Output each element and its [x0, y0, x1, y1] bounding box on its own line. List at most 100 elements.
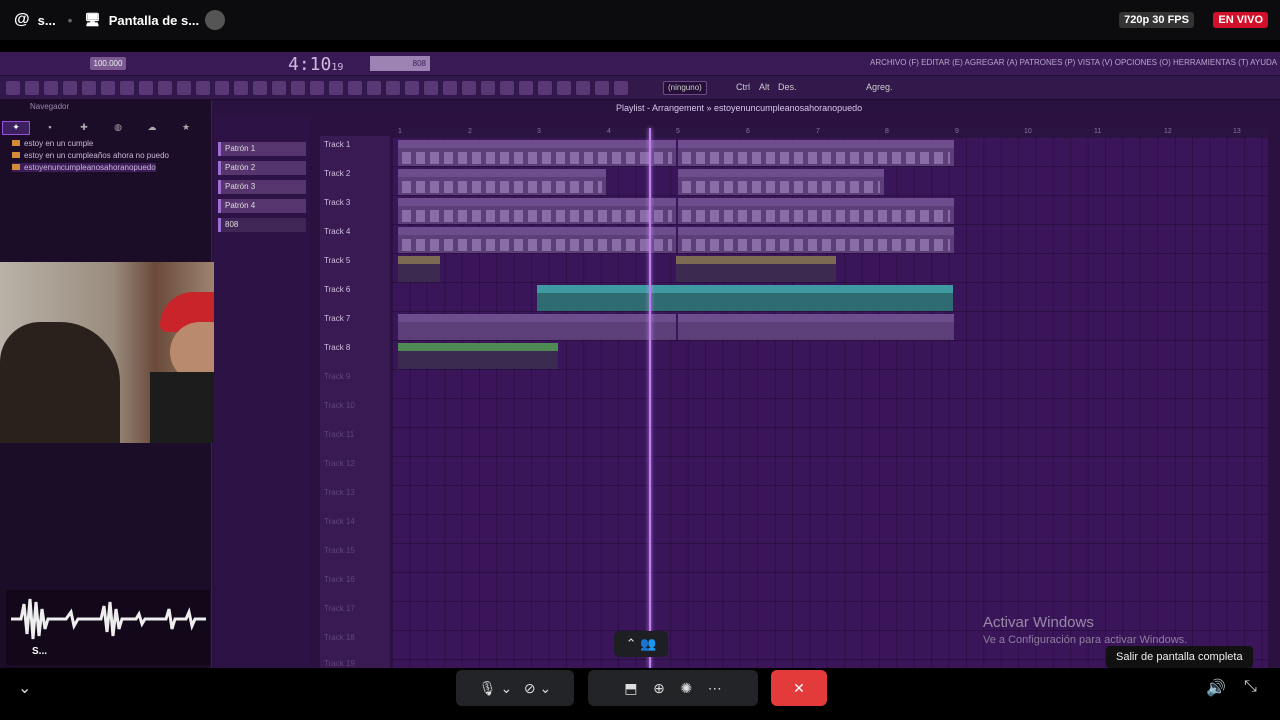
alt-button[interactable]: Alt	[759, 82, 770, 92]
track-label[interactable]: Track 16	[324, 575, 355, 584]
channel-item[interactable]: Patrón 4	[218, 199, 306, 213]
pattern-clip[interactable]: Patrón 2	[678, 169, 884, 195]
browser-file[interactable]: estoy en un cumpleaños ahora no puedo	[12, 151, 169, 160]
track-label[interactable]: Track 13	[324, 488, 355, 497]
track-label[interactable]: Track 9	[324, 372, 350, 381]
tool-icon[interactable]	[557, 81, 571, 95]
audio-clip[interactable]: [CRASH] Kingdom Hearts Crash	[676, 256, 836, 282]
end-stream-button[interactable]: ✕	[771, 670, 827, 706]
tool-icon[interactable]	[120, 81, 134, 95]
tool-icon[interactable]	[424, 81, 438, 95]
camera-off-icon[interactable]: ⊘	[524, 680, 536, 697]
tool-icon[interactable]	[291, 81, 305, 95]
chevron-down-icon[interactable]: ⌄	[18, 678, 31, 698]
tab-cloud-icon[interactable]: ☁	[138, 122, 166, 136]
server-name[interactable]: s...	[38, 13, 56, 28]
tool-icon[interactable]	[462, 81, 476, 95]
tab-database-icon[interactable]: ◍	[104, 122, 132, 136]
browser-file-selected[interactable]: estoyenuncumpleanosahoranopuedo	[12, 163, 156, 172]
pattern-selector[interactable]: 808	[370, 56, 430, 71]
agreg-button[interactable]: Agreg.	[866, 82, 893, 92]
screen-share-icon[interactable]: ⬒	[624, 680, 637, 697]
pattern-clip[interactable]: Patrón 3	[678, 198, 954, 224]
more-options-icon[interactable]: ⋯	[708, 680, 722, 697]
soundboard-icon[interactable]: ✺	[680, 680, 692, 697]
pattern-clip[interactable]: Patrón 4	[398, 227, 676, 253]
track-label[interactable]: Track 17	[324, 604, 355, 613]
track-label[interactable]: Track 4	[324, 227, 350, 236]
tool-icon[interactable]	[63, 81, 77, 95]
browser-file[interactable]: estoy en un cumple	[12, 139, 93, 148]
tool-icon[interactable]	[101, 81, 115, 95]
tab-files-icon[interactable]: ▪	[36, 122, 64, 136]
tool-icon[interactable]	[500, 81, 514, 95]
track-label[interactable]: Track 3	[324, 198, 350, 207]
tool-icon[interactable]	[614, 81, 628, 95]
tool-icon[interactable]	[519, 81, 533, 95]
tool-icon[interactable]	[538, 81, 552, 95]
tool-icon[interactable]	[367, 81, 381, 95]
track-label[interactable]: Track 18	[324, 633, 355, 642]
des-button[interactable]: Des.	[778, 82, 797, 92]
track-label[interactable]: Track 14	[324, 517, 355, 526]
tab-all[interactable]: ✦	[2, 121, 30, 135]
track-label[interactable]: Track 6	[324, 285, 350, 294]
camera-options-chevron-icon[interactable]: ⌄	[539, 680, 551, 697]
tool-icon[interactable]	[576, 81, 590, 95]
pattern-clip[interactable]: 808	[398, 314, 676, 340]
track-label[interactable]: Track 8	[324, 343, 350, 352]
channel-item[interactable]: 808	[218, 218, 306, 232]
tool-icon[interactable]	[25, 81, 39, 95]
tool-icon[interactable]	[386, 81, 400, 95]
user-tile-name[interactable]: S...	[32, 646, 47, 657]
tool-icon[interactable]	[272, 81, 286, 95]
track-label[interactable]: Track 11	[324, 430, 354, 439]
tool-icon[interactable]	[177, 81, 191, 95]
track-label[interactable]: Track 12	[324, 459, 355, 468]
track-label[interactable]: Track 10	[324, 401, 355, 410]
pattern-clip[interactable]: Patrón 1	[398, 140, 676, 166]
audio-clip[interactable]: [KIT] 3rd	[398, 256, 440, 282]
tempo-display[interactable]: 100.000	[90, 57, 126, 70]
gamepad-icon[interactable]: ⊕	[653, 680, 665, 697]
tool-icon[interactable]	[253, 81, 267, 95]
tool-icon[interactable]	[329, 81, 343, 95]
pattern-clip[interactable]: Patrón 1	[678, 140, 954, 166]
ctrl-button[interactable]: Ctrl	[736, 82, 750, 92]
tool-icon[interactable]	[44, 81, 58, 95]
vocal-audio-clip[interactable]: estoyenuncumpleanosahoranopuedo	[398, 343, 558, 369]
pattern-clip[interactable]: 808	[678, 314, 954, 340]
tool-icon[interactable]	[6, 81, 20, 95]
track-label[interactable]: Track 19	[324, 659, 355, 668]
track-label[interactable]: Track 2	[324, 169, 350, 178]
streamer-avatar[interactable]	[205, 10, 226, 30]
playhead[interactable]	[649, 128, 651, 668]
channel-item[interactable]: Patrón 3	[218, 180, 306, 194]
tool-icon[interactable]	[139, 81, 153, 95]
track-label[interactable]: Track 15	[324, 546, 355, 555]
tool-icon[interactable]	[215, 81, 229, 95]
automation-clip[interactable]: Master - Volumen	[537, 285, 953, 311]
tool-icon[interactable]	[234, 81, 248, 95]
tool-icon[interactable]	[196, 81, 210, 95]
tool-icon[interactable]	[310, 81, 324, 95]
tool-icon[interactable]	[405, 81, 419, 95]
tab-plugins-icon[interactable]: ✚	[70, 122, 98, 136]
fl-menu-bar[interactable]: ARCHIVO (F) EDITAR (E) AGREGAR (A) PATRO…	[870, 58, 1277, 67]
tool-icon[interactable]	[595, 81, 609, 95]
pattern-clip[interactable]: Patrón 3	[398, 198, 676, 224]
tool-icon[interactable]	[82, 81, 96, 95]
pattern-clip[interactable]: Patrón 4	[678, 227, 954, 253]
mic-options-chevron-icon[interactable]: ⌄	[500, 680, 512, 697]
pattern-clip[interactable]: Patrón 2	[398, 169, 606, 195]
track-label[interactable]: Track 5	[324, 256, 350, 265]
exit-fullscreen-icon[interactable]: ⤡	[1244, 678, 1257, 696]
track-label[interactable]: Track 7	[324, 314, 350, 323]
microphone-icon[interactable]: 🎙	[479, 680, 497, 697]
timeline-ruler[interactable]: 1 2 3 4 5 6 7 8 9 10 11 12 13	[396, 128, 1268, 138]
snap-selector[interactable]: (ninguno)	[663, 81, 707, 95]
tool-icon[interactable]	[481, 81, 495, 95]
channel-item[interactable]: Patrón 2	[218, 161, 306, 175]
tool-icon[interactable]	[443, 81, 457, 95]
tab-star-icon[interactable]: ★	[172, 122, 200, 136]
